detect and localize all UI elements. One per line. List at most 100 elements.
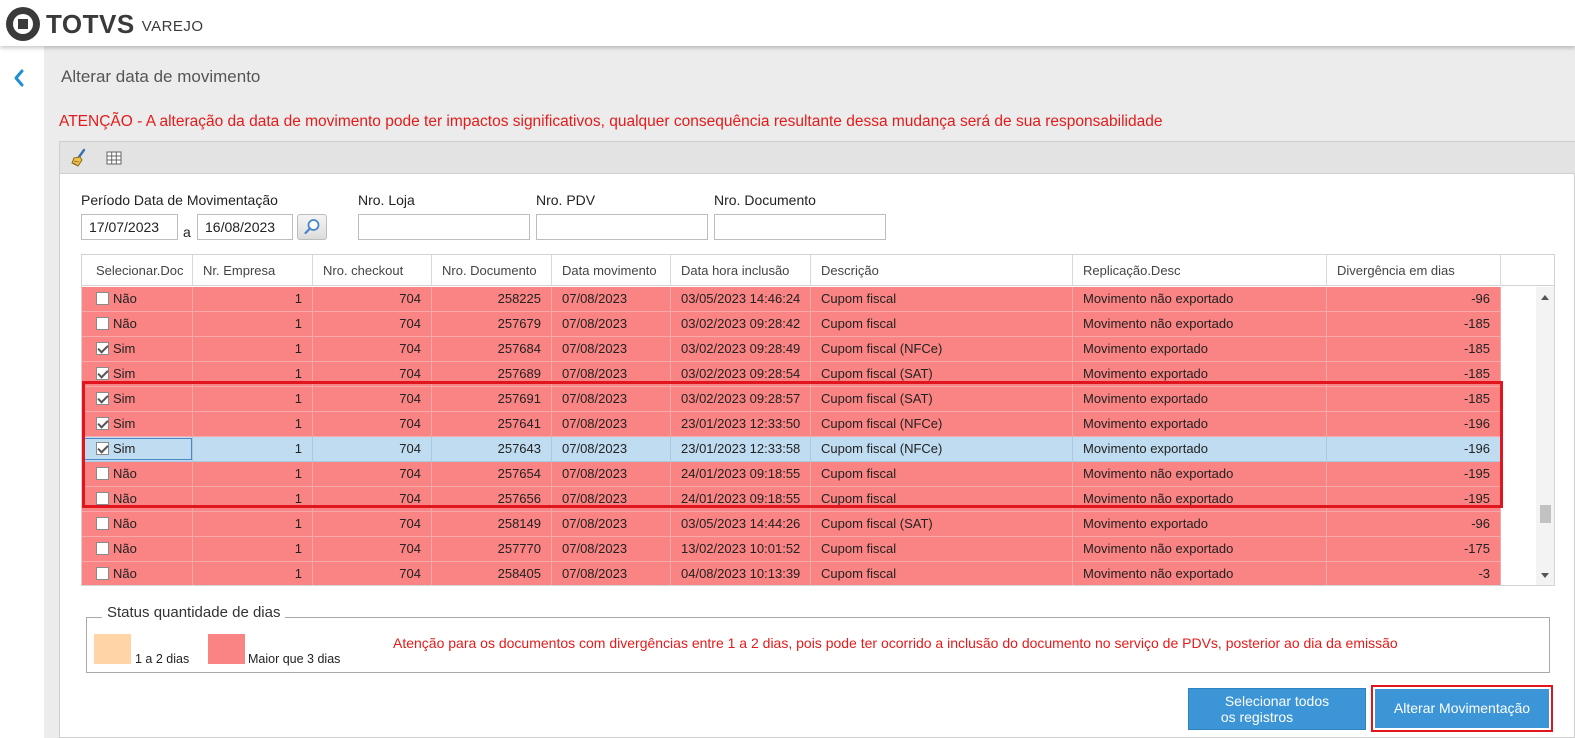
cell-empresa: 1 bbox=[193, 337, 313, 361]
row-checkbox[interactable] bbox=[96, 392, 109, 405]
date-to-input[interactable] bbox=[197, 214, 293, 240]
col-header-data-inclusao[interactable]: Data hora inclusão bbox=[671, 255, 811, 286]
form-panel: Período Data de Movimentação a Nro. Loja… bbox=[59, 141, 1575, 738]
row-checkbox[interactable] bbox=[96, 367, 109, 380]
col-header-selecionar[interactable]: Selecionar.Doc bbox=[82, 255, 193, 286]
cell-data-mov: 07/08/2023 bbox=[552, 387, 671, 411]
select-cell[interactable]: Não bbox=[82, 537, 193, 561]
col-header-data-movimento[interactable]: Data movimento bbox=[552, 255, 671, 286]
cell-checkout: 704 bbox=[313, 437, 432, 461]
table-row[interactable]: Sim 1 704 257643 07/08/2023 23/01/2023 12:33:… bbox=[82, 437, 1501, 462]
grid-scrollbar[interactable] bbox=[1536, 287, 1554, 585]
row-checkbox[interactable] bbox=[96, 492, 109, 505]
table-row[interactable]: Não 1 704 257679 07/08/2023 03/02/2023 09:28:… bbox=[82, 312, 1501, 337]
cell-divergencia: -3 bbox=[1327, 562, 1501, 585]
cell-documento: 257654 bbox=[432, 462, 552, 486]
cell-descricao: Cupom fiscal (SAT) bbox=[811, 362, 1073, 386]
loja-label: Nro. Loja bbox=[358, 192, 415, 208]
left-sidebar bbox=[0, 46, 44, 738]
status-swatch-maior-3-dias bbox=[208, 634, 245, 664]
cell-documento: 257689 bbox=[432, 362, 552, 386]
table-row[interactable]: Sim 1 704 257691 07/08/2023 03/02/2023 09:28:… bbox=[82, 387, 1501, 412]
scroll-down-arrow-icon[interactable] bbox=[1541, 573, 1549, 578]
select-cell[interactable]: Não bbox=[82, 462, 193, 486]
cell-data-inc: 03/05/2023 14:46:24 bbox=[671, 287, 811, 311]
row-checkbox[interactable] bbox=[96, 442, 109, 455]
cell-data-inc: 23/01/2023 12:33:50 bbox=[671, 412, 811, 436]
select-cell[interactable]: Não bbox=[82, 312, 193, 336]
page-title: Alterar data de movimento bbox=[61, 67, 261, 86]
broom-icon[interactable] bbox=[70, 148, 90, 168]
cell-data-mov: 07/08/2023 bbox=[552, 512, 671, 536]
cell-empresa: 1 bbox=[193, 487, 313, 511]
col-header-checkout[interactable]: Nro. checkout bbox=[313, 255, 432, 286]
cell-empresa: 1 bbox=[193, 287, 313, 311]
back-chevron-icon[interactable] bbox=[10, 68, 30, 88]
cell-empresa: 1 bbox=[193, 562, 313, 585]
table-row[interactable]: Não 1 704 257654 07/08/2023 24/01/2023 09:18:… bbox=[82, 462, 1501, 487]
row-checkbox[interactable] bbox=[96, 417, 109, 430]
select-cell[interactable]: Sim bbox=[82, 412, 193, 436]
grid-icon[interactable] bbox=[104, 148, 124, 168]
row-checkbox[interactable] bbox=[96, 342, 109, 355]
table-row[interactable]: Não 1 704 258149 07/08/2023 03/05/2023 14:44:… bbox=[82, 512, 1501, 537]
status-label-1-2-dias: 1 a 2 dias bbox=[135, 652, 190, 666]
row-checkbox[interactable] bbox=[96, 542, 109, 555]
table-row[interactable]: Sim 1 704 257684 07/08/2023 03/02/2023 09:28:… bbox=[82, 337, 1501, 362]
cell-divergencia: -185 bbox=[1327, 337, 1501, 361]
col-header-documento[interactable]: Nro. Documento bbox=[432, 255, 552, 286]
pdv-input[interactable] bbox=[536, 214, 708, 240]
table-row[interactable]: Sim 1 704 257689 07/08/2023 03/02/2023 09:28:… bbox=[82, 362, 1501, 387]
alterar-movimentacao-button[interactable]: Alterar Movimentação bbox=[1375, 689, 1549, 728]
cell-checkout: 704 bbox=[313, 312, 432, 336]
documento-input[interactable] bbox=[714, 214, 886, 240]
select-cell[interactable]: Sim bbox=[82, 387, 193, 411]
cell-divergencia: -196 bbox=[1327, 412, 1501, 436]
cell-data-mov: 07/08/2023 bbox=[552, 337, 671, 361]
select-cell[interactable]: Não bbox=[82, 287, 193, 311]
cell-replicacao: Movimento não exportado bbox=[1073, 562, 1327, 585]
scroll-thumb[interactable] bbox=[1540, 505, 1551, 523]
table-row[interactable]: Não 1 704 258405 07/08/2023 04/08/2023 10:13:… bbox=[82, 562, 1501, 585]
select-label: Não bbox=[113, 491, 137, 506]
brand-subtitle: VAREJO bbox=[141, 17, 204, 35]
cell-data-inc: 03/02/2023 09:28:42 bbox=[671, 312, 811, 336]
select-cell[interactable]: Não bbox=[82, 487, 193, 511]
select-cell[interactable]: Não bbox=[82, 562, 193, 585]
search-icon bbox=[304, 219, 320, 235]
cell-data-mov: 07/08/2023 bbox=[552, 437, 671, 461]
date-from-input[interactable] bbox=[81, 214, 178, 240]
totvs-logo: TOTVS VAREJO bbox=[6, 7, 204, 41]
loja-input[interactable] bbox=[358, 214, 530, 240]
search-button[interactable] bbox=[297, 214, 327, 240]
col-header-divergencia[interactable]: Divergência em dias bbox=[1327, 255, 1501, 286]
cell-divergencia: -96 bbox=[1327, 287, 1501, 311]
select-label: Sim bbox=[113, 341, 136, 356]
cell-data-inc: 04/08/2023 10:13:39 bbox=[671, 562, 811, 585]
row-checkbox[interactable] bbox=[96, 317, 109, 330]
table-row[interactable]: Sim 1 704 257641 07/08/2023 23/01/2023 12:33:… bbox=[82, 412, 1501, 437]
table-row[interactable]: Não 1 704 257770 07/08/2023 13/02/2023 10:01:… bbox=[82, 537, 1501, 562]
row-checkbox[interactable] bbox=[96, 292, 109, 305]
cell-empresa: 1 bbox=[193, 437, 313, 461]
row-checkbox[interactable] bbox=[96, 567, 109, 580]
select-cell[interactable]: Sim bbox=[82, 362, 193, 386]
col-header-empresa[interactable]: Nr. Empresa bbox=[193, 255, 313, 286]
cell-data-inc: 03/02/2023 09:28:57 bbox=[671, 387, 811, 411]
cell-empresa: 1 bbox=[193, 412, 313, 436]
select-cell[interactable]: Sim bbox=[82, 437, 193, 461]
select-all-button[interactable]: Selecionar todos os registros bbox=[1188, 688, 1366, 730]
cell-checkout: 704 bbox=[313, 537, 432, 561]
row-checkbox[interactable] bbox=[96, 517, 109, 530]
col-header-descricao[interactable]: Descrição bbox=[811, 255, 1073, 286]
table-row[interactable]: Não 1 704 257656 07/08/2023 24/01/2023 09:18:… bbox=[82, 487, 1501, 512]
select-cell[interactable]: Não bbox=[82, 512, 193, 536]
select-cell[interactable]: Sim bbox=[82, 337, 193, 361]
cell-replicacao: Movimento não exportado bbox=[1073, 537, 1327, 561]
table-row[interactable]: Não 1 704 258225 07/08/2023 03/05/2023 14:46:… bbox=[82, 287, 1501, 312]
scroll-up-arrow-icon[interactable] bbox=[1541, 295, 1549, 300]
cell-empresa: 1 bbox=[193, 512, 313, 536]
col-header-replicacao[interactable]: Replicação.Desc bbox=[1073, 255, 1327, 286]
row-checkbox[interactable] bbox=[96, 467, 109, 480]
cell-divergencia: -196 bbox=[1327, 437, 1501, 461]
